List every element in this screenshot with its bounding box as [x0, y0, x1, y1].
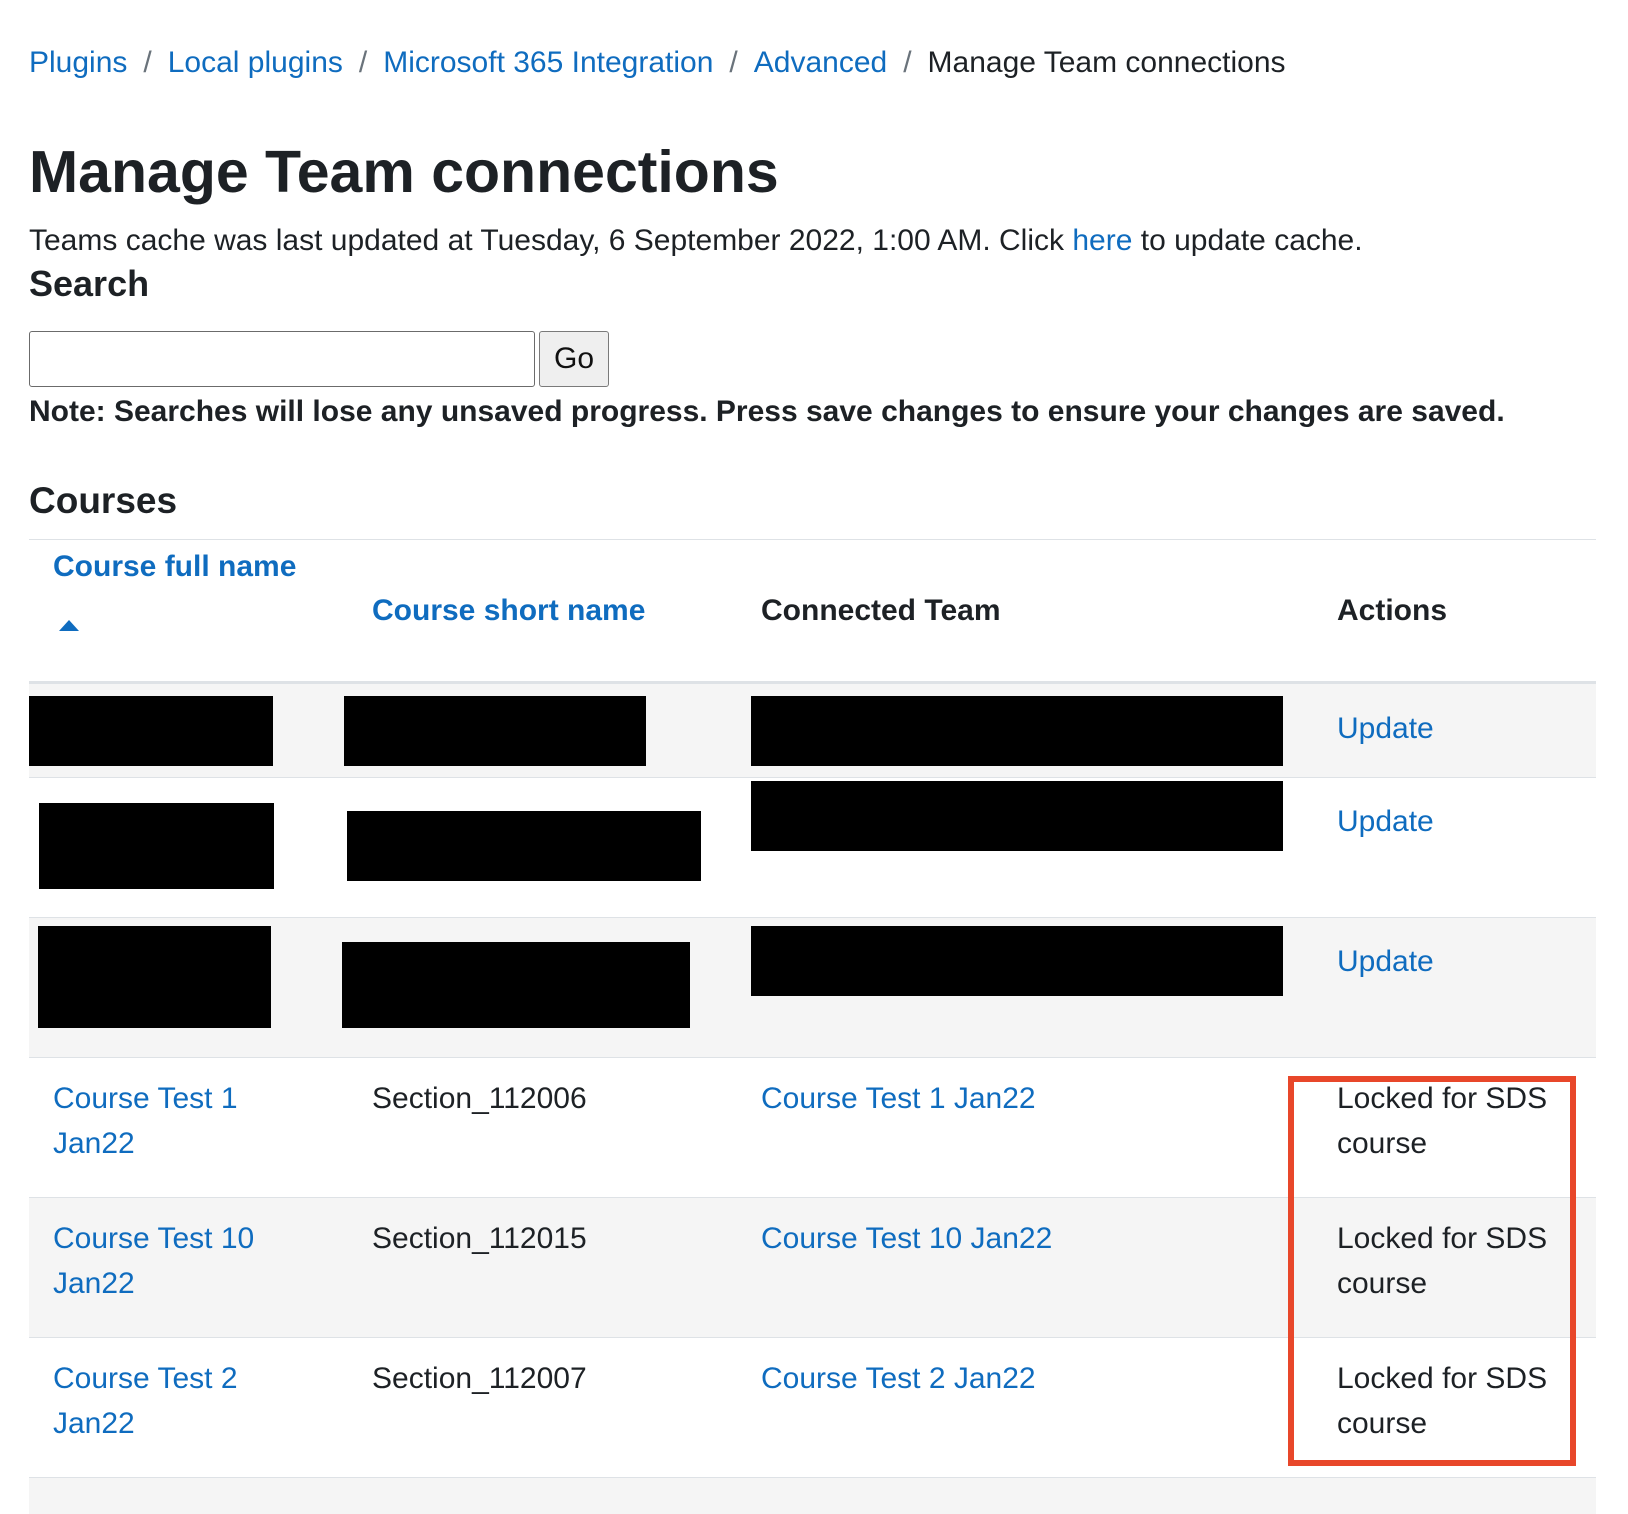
breadcrumb-link-local-plugins[interactable]: Local plugins	[168, 46, 343, 79]
page-title: Manage Team connections	[29, 139, 779, 205]
course-full-name-link[interactable]: Course Test 1 Jan22	[53, 1076, 238, 1166]
locked-status-line: course	[1337, 1407, 1428, 1440]
redacted-block	[29, 696, 273, 766]
redacted-block	[751, 696, 1283, 766]
redacted-block	[342, 942, 690, 1028]
column-header-actions: Actions	[1337, 594, 1448, 627]
course-full-name-link[interactable]: Course Test 10 Jan22	[53, 1216, 254, 1306]
locked-status-line: Locked for SDS	[1337, 1222, 1548, 1255]
breadcrumb-separator: /	[143, 46, 152, 79]
update-link[interactable]: Update	[1337, 799, 1434, 844]
table-row: Course Test 2 Jan22 Section_112007 Course…	[29, 1338, 1596, 1478]
table-row: Course Test 10 Jan22 Section_112015 Cours…	[29, 1198, 1596, 1338]
update-cache-link[interactable]: here	[1072, 224, 1132, 257]
breadcrumb-separator: /	[358, 46, 368, 79]
table-header-row: Course full name Course short name Conne…	[29, 540, 1596, 684]
table-row: Update	[29, 684, 1596, 778]
redacted-block	[344, 696, 646, 766]
column-header-course-full-name[interactable]: Course full name	[53, 548, 296, 586]
locked-status-line: Locked for SDS	[1337, 1082, 1548, 1115]
connected-team-link[interactable]: Course Test 10 Jan22	[761, 1216, 1052, 1261]
go-button[interactable]: Go	[539, 331, 609, 387]
breadcrumb: Plugins / Local plugins / Microsoft 365 Inte…	[29, 44, 1286, 82]
search-note: Note: Searches will lose any unsaved pro…	[29, 395, 1505, 428]
update-link[interactable]: Update	[1337, 706, 1434, 751]
locked-status: Locked for SDS course	[1337, 1356, 1547, 1446]
course-full-name-line: Course Test 10	[53, 1222, 255, 1255]
redacted-block	[751, 781, 1283, 851]
search-heading: Search	[29, 263, 150, 304]
course-short-name: Section_112015	[372, 1222, 587, 1255]
courses-heading: Courses	[29, 480, 178, 521]
update-link[interactable]: Update	[1337, 939, 1434, 984]
search-input[interactable]	[29, 331, 535, 387]
breadcrumb-separator: /	[903, 46, 912, 79]
course-full-name-link[interactable]: Course Test 2 Jan22	[53, 1356, 238, 1446]
locked-status: Locked for SDS course	[1337, 1076, 1547, 1166]
course-full-name-line: Jan22	[53, 1127, 135, 1160]
table-row: Course Test 1 Jan22 Section_112006 Course…	[29, 1058, 1596, 1198]
redacted-block	[39, 803, 274, 889]
column-header-connected-team: Connected Team	[761, 594, 1001, 627]
cache-status-prefix: Teams cache was last updated at Tuesday,…	[29, 224, 1073, 257]
table-row	[29, 1478, 1596, 1514]
column-header-course-short-name[interactable]: Course short name	[372, 592, 645, 630]
course-full-name-line: Course Test 1	[53, 1082, 238, 1115]
cache-status-text: Teams cache was last updated at Tuesday,…	[29, 222, 1363, 260]
redacted-block	[38, 926, 271, 1028]
course-full-name-line: Jan22	[53, 1407, 135, 1440]
locked-status-line: course	[1337, 1267, 1428, 1300]
breadcrumb-link-plugins[interactable]: Plugins	[29, 46, 127, 79]
course-full-name-line: Course Test 2	[53, 1362, 238, 1395]
locked-status: Locked for SDS course	[1337, 1216, 1547, 1306]
course-full-name-line: Jan22	[53, 1267, 135, 1300]
table-row: Update	[29, 918, 1596, 1058]
courses-table: Course full name Course short name Conne…	[29, 539, 1596, 1514]
redacted-block	[347, 811, 701, 881]
breadcrumb-current: Manage Team connections	[927, 46, 1286, 79]
course-short-name: Section_112007	[372, 1362, 587, 1395]
redacted-block	[751, 926, 1283, 996]
table-row: Update	[29, 778, 1596, 918]
breadcrumb-link-microsoft-365[interactable]: Microsoft 365 Integration	[383, 46, 713, 79]
connected-team-link[interactable]: Course Test 1 Jan22	[761, 1076, 1036, 1121]
breadcrumb-separator: /	[729, 46, 738, 79]
locked-status-line: course	[1337, 1127, 1428, 1160]
course-short-name: Section_112006	[372, 1082, 587, 1115]
cache-status-suffix: to update cache.	[1132, 224, 1363, 257]
locked-status-line: Locked for SDS	[1337, 1362, 1548, 1395]
sort-ascending-icon[interactable]	[59, 620, 79, 631]
breadcrumb-link-advanced[interactable]: Advanced	[754, 46, 887, 79]
connected-team-link[interactable]: Course Test 2 Jan22	[761, 1356, 1036, 1401]
